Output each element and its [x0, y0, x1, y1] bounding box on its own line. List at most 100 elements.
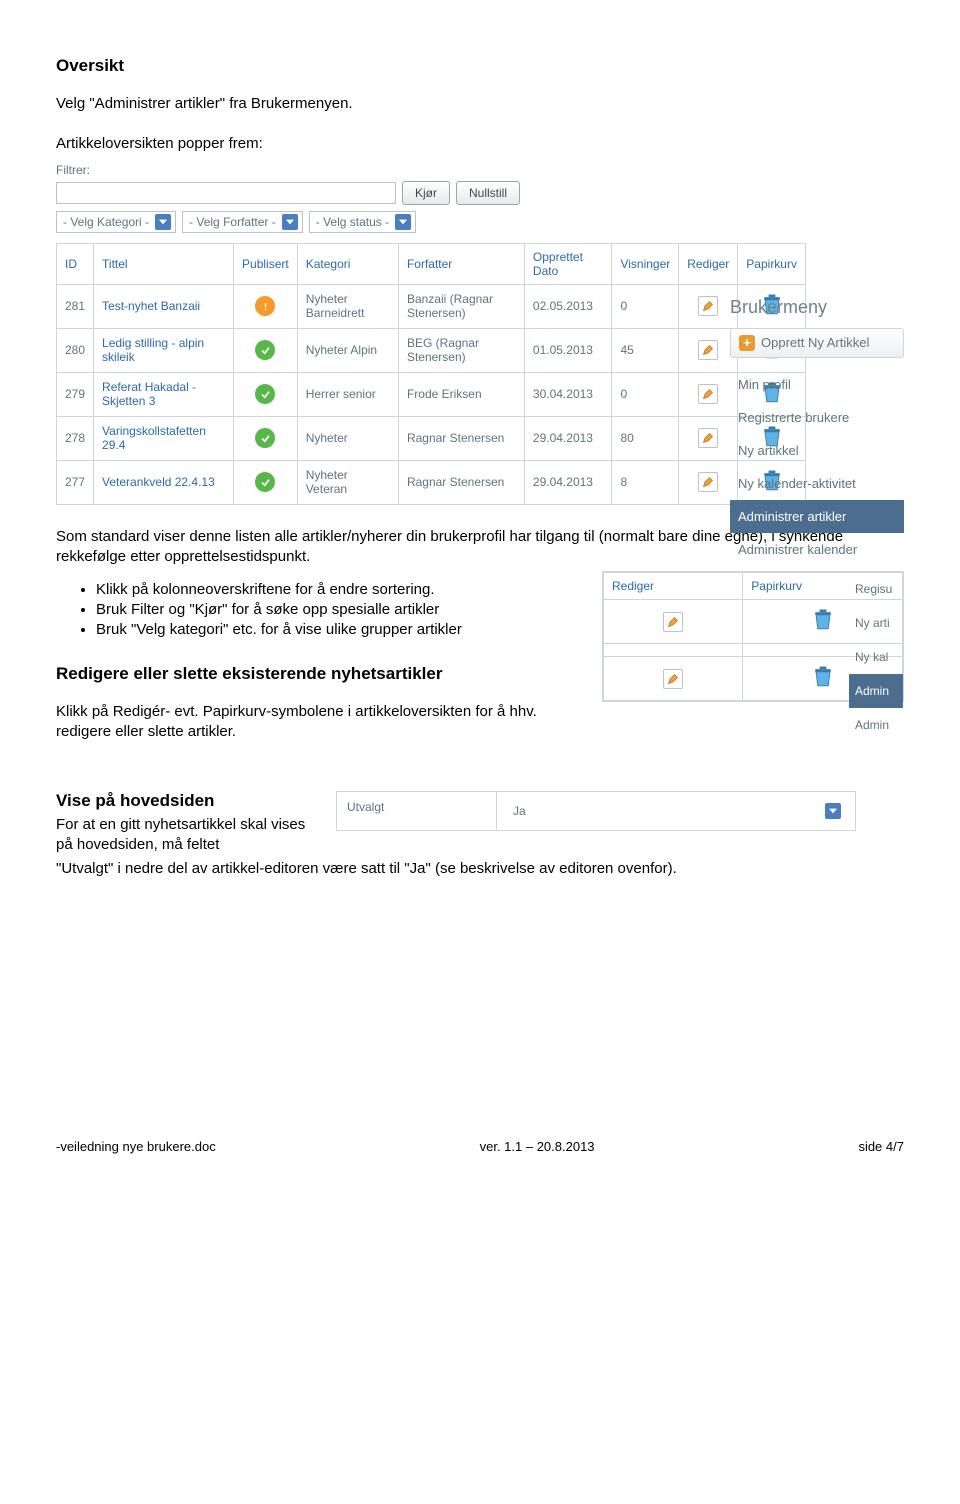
edit-icon[interactable]: [698, 296, 718, 316]
table-row: 279Referat Hakadal - Skjetten 3Herrer se…: [57, 372, 806, 416]
page-footer: -veiledning nye brukere.doc ver. 1.1 – 2…: [56, 1139, 904, 1154]
edit-icon[interactable]: [698, 384, 718, 404]
cell-views: 0: [612, 284, 679, 328]
col-trash[interactable]: Papirkurv: [746, 257, 797, 271]
create-article-button[interactable]: + Opprett Ny Artikkel: [730, 328, 904, 358]
cell-created: 02.05.2013: [524, 284, 612, 328]
chevron-down-icon: [825, 803, 841, 819]
status-icon[interactable]: [255, 428, 275, 448]
utvalgt-select-value: Ja: [513, 804, 526, 818]
filter-status-select[interactable]: - Velg status -: [309, 211, 416, 233]
chevron-down-icon: [155, 214, 171, 230]
cell-author: Banzaii (Ragnar Stenersen): [398, 284, 524, 328]
sidebar-item[interactable]: Administrer kalender: [730, 533, 904, 566]
section-heading-oversikt: Oversikt: [56, 56, 904, 76]
trash-icon[interactable]: [809, 680, 837, 694]
sidebar-item[interactable]: Min profil: [730, 368, 904, 401]
utvalgt-select[interactable]: Ja: [507, 800, 845, 822]
table-row: 281 Test-nyhet Banzaii Nyheter Barneidrett…: [57, 284, 806, 328]
col-published[interactable]: Publisert: [242, 257, 289, 271]
cell-created: 30.04.2013: [524, 372, 612, 416]
cell-author: BEG (Ragnar Stenersen): [398, 328, 524, 372]
sidebar-item[interactable]: Ny kalender-aktivitet: [730, 467, 904, 500]
col-edit[interactable]: Rediger: [687, 257, 729, 271]
sidebar-fragment-item[interactable]: Ny arti: [849, 606, 903, 640]
section-heading-vise: Vise på hovedsiden: [56, 791, 316, 811]
utvalgt-label: Utvalgt: [337, 792, 497, 830]
filter-author-select[interactable]: - Velg Forfatter -: [182, 211, 303, 233]
footer-left: -veiledning nye brukere.doc: [56, 1139, 216, 1154]
cell-title-link[interactable]: Test-nyhet Banzaii: [102, 299, 200, 313]
utvalgt-field-row: Utvalgt Ja: [336, 791, 856, 831]
cell-author: Ragnar Stenersen: [398, 460, 524, 504]
sidebar-fragment-item[interactable]: Ny kal: [849, 640, 903, 674]
table-row: 277 Veterankveld 22.4.13 Nyheter VeteranRa…: [57, 460, 806, 504]
cell-views: 8: [612, 460, 679, 504]
cell-views: 45: [612, 328, 679, 372]
cell-title-link[interactable]: Referat Hakadal - Skjetten 3: [102, 380, 196, 408]
filter-text-input[interactable]: [56, 182, 396, 204]
vise-paragraph-left: For at en gitt nyhetsartikkel skal vises…: [56, 815, 316, 856]
edit-icon[interactable]: [698, 428, 718, 448]
edit-icon[interactable]: [698, 340, 718, 360]
cell-title-link[interactable]: Varingskollstafetten 29.4: [102, 424, 206, 452]
footer-center: ver. 1.1 – 20.8.2013: [480, 1139, 595, 1154]
sidebar-item[interactable]: Administrer artikler: [730, 500, 904, 533]
cell-title-link[interactable]: Veterankveld 22.4.13: [102, 475, 215, 489]
intro-line-2: Artikkeloversikten popper frem:: [56, 134, 904, 154]
cell-id: 277: [57, 460, 94, 504]
cell-category: Nyheter Barneidrett: [297, 284, 398, 328]
sidebar-item[interactable]: Ny artikkel: [730, 434, 904, 467]
cell-id: 281: [57, 284, 94, 328]
chevron-down-icon: [395, 214, 411, 230]
grid-fragment: Rediger Papirkurv RegisuNy artiNy kalAdm…: [602, 571, 904, 702]
col-views[interactable]: Visninger: [620, 257, 670, 271]
status-icon[interactable]: [255, 384, 275, 404]
cell-category: Herrer senior: [297, 372, 398, 416]
cell-created: 29.04.2013: [524, 460, 612, 504]
cell-category: Nyheter Alpin: [297, 328, 398, 372]
status-icon[interactable]: [255, 472, 275, 492]
col-author[interactable]: Forfatter: [407, 257, 452, 271]
col-title[interactable]: Tittel: [102, 257, 128, 271]
filter-reset-button[interactable]: Nullstill: [456, 181, 520, 205]
cell-category: Nyheter Veteran: [297, 460, 398, 504]
frag-col-trash[interactable]: Papirkurv: [751, 579, 802, 593]
filter-author-select-label: - Velg Forfatter -: [189, 215, 276, 229]
col-created[interactable]: Opprettet Dato: [533, 250, 583, 278]
sidebar-brukermeny: Brukermeny + Opprett Ny Artikkel Min pro…: [730, 297, 904, 566]
plus-icon: +: [739, 335, 755, 351]
cell-views: 0: [612, 372, 679, 416]
filter-run-button[interactable]: Kjør: [402, 181, 450, 205]
filter-category-select[interactable]: - Velg Kategori -: [56, 211, 176, 233]
sidebar-fragment-item[interactable]: Admin: [849, 674, 903, 708]
cell-views: 80: [612, 416, 679, 460]
cell-id: 278: [57, 416, 94, 460]
create-article-label: Opprett Ny Artikkel: [761, 335, 869, 350]
col-id[interactable]: ID: [65, 257, 77, 271]
footer-right: side 4/7: [858, 1139, 904, 1154]
vise-paragraph-rest: "Utvalgt" i nedre del av artikkel-editor…: [56, 859, 904, 879]
table-row: 280Ledig stilling - alpin skileikNyheter…: [57, 328, 806, 372]
table-row: 278Varingskollstafetten 29.4NyheterRagna…: [57, 416, 806, 460]
sidebar-fragment-item[interactable]: Regisu: [849, 572, 903, 606]
status-icon[interactable]: [255, 340, 275, 360]
status-icon[interactable]: [255, 296, 275, 316]
trash-icon[interactable]: [809, 623, 837, 637]
cell-category: Nyheter: [297, 416, 398, 460]
cell-author: Frode Eriksen: [398, 372, 524, 416]
sidebar-item[interactable]: Registrerte brukere: [730, 401, 904, 434]
edit-icon[interactable]: [663, 669, 683, 689]
sidebar-title: Brukermeny: [730, 297, 904, 318]
chevron-down-icon: [282, 214, 298, 230]
edit-icon[interactable]: [663, 612, 683, 632]
col-category[interactable]: Kategori: [306, 257, 351, 271]
filter-panel: Filtrer: Kjør Nullstill - Velg Kategori …: [56, 163, 901, 233]
edit-delete-paragraph: Klikk på Redigér- evt. Papirkurv-symbole…: [56, 702, 576, 743]
frag-col-edit[interactable]: Rediger: [612, 579, 654, 593]
cell-title-link[interactable]: Ledig stilling - alpin skileik: [102, 336, 204, 364]
sidebar-fragment-item[interactable]: Admin: [849, 708, 903, 742]
edit-icon[interactable]: [698, 472, 718, 492]
intro-line-1: Velg "Administrer artikler" fra Brukerme…: [56, 94, 904, 114]
filter-category-select-label: - Velg Kategori -: [63, 215, 149, 229]
